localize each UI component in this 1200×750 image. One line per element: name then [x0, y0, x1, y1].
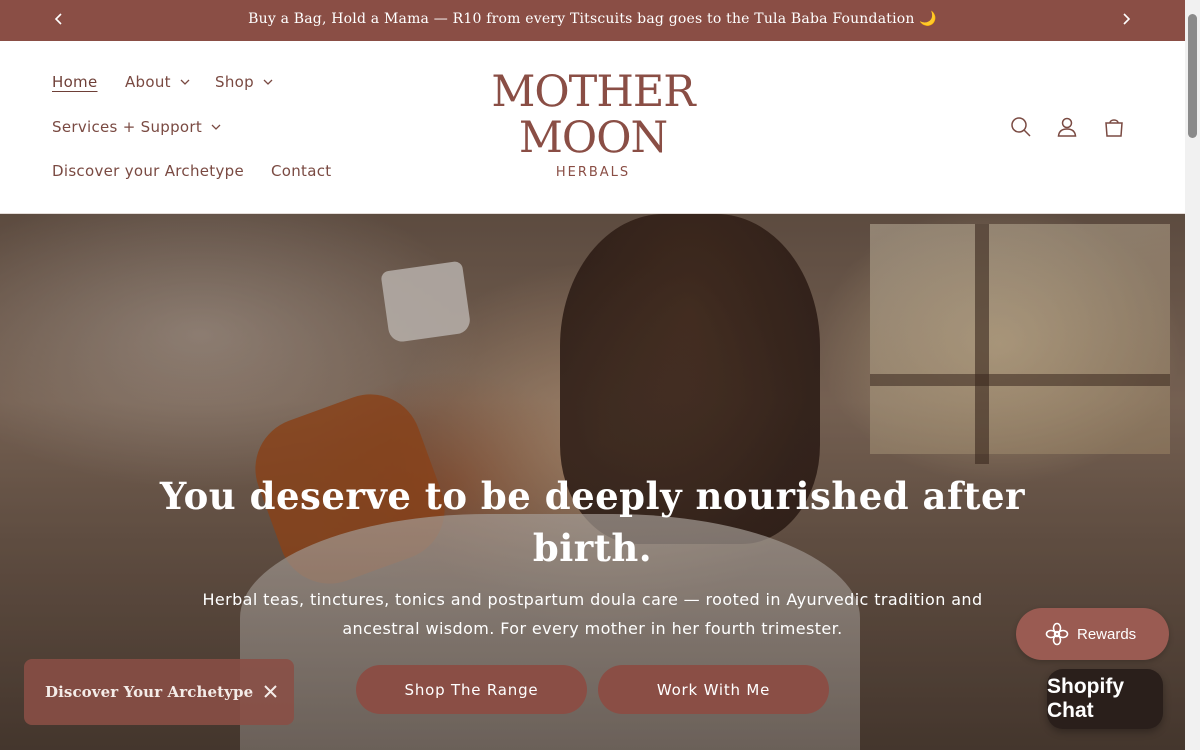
nav-shop-label: Shop	[215, 73, 254, 91]
rewards-launcher[interactable]: Rewards	[1016, 608, 1169, 660]
site-header: Home About Shop Services + Support Disco…	[0, 41, 1185, 214]
announcement-next-button[interactable]	[1117, 10, 1135, 28]
cart-icon	[1105, 119, 1123, 137]
announcement-text: Buy a Bag, Hold a Mama — R10 from every …	[248, 11, 937, 27]
announcement-bar: Buy a Bag, Hold a Mama — R10 from every …	[0, 0, 1185, 41]
logo-line-1: MOTHER	[491, 67, 695, 117]
work-with-me-button[interactable]: Work With Me	[598, 665, 829, 714]
nav-about[interactable]: About	[125, 73, 190, 91]
chevron-down-icon	[211, 124, 221, 130]
scrollbar-thumb[interactable]	[1188, 14, 1197, 138]
close-icon	[263, 684, 277, 698]
archetype-popup-label: Discover Your Archetype	[45, 683, 254, 701]
nav-services-label: Services + Support	[52, 118, 203, 136]
chevron-down-icon	[263, 79, 273, 85]
nav-about-label: About	[125, 73, 171, 91]
nav-services[interactable]: Services + Support	[52, 118, 221, 136]
nav-discover-archetype[interactable]: Discover your Archetype	[52, 162, 244, 180]
search-icon	[1011, 117, 1031, 137]
account-button[interactable]	[1054, 114, 1080, 140]
brand-logo[interactable]: MOTHER MOON HERBALS	[482, 69, 704, 185]
archetype-close-button[interactable]	[262, 683, 278, 699]
rewards-label: Rewards	[1077, 625, 1137, 643]
chevron-right-icon	[1123, 13, 1131, 25]
chat-label: Shopify Chat	[1047, 675, 1124, 722]
hero-subtitle: Herbal teas, tinctures, tonics and postp…	[202, 590, 983, 638]
shop-the-range-button[interactable]: Shop The Range	[356, 665, 587, 714]
nav-home[interactable]: Home	[52, 73, 98, 91]
nav-contact[interactable]: Contact	[271, 162, 331, 180]
logo-line-2: MOON	[518, 113, 668, 163]
shopify-chat-button[interactable]: Shopify Chat	[1047, 669, 1163, 729]
chevron-down-icon	[180, 79, 190, 85]
hero-title: You deserve to be deeply nourished after…	[159, 474, 1026, 570]
flower-icon	[1044, 621, 1070, 647]
nav-shop[interactable]: Shop	[215, 73, 273, 91]
cart-button[interactable]	[1101, 114, 1127, 140]
logo-line-3: HERBALS	[555, 165, 631, 180]
search-button[interactable]	[1008, 114, 1034, 140]
archetype-popup[interactable]: Discover Your Archetype	[24, 659, 294, 725]
account-icon	[1057, 117, 1077, 137]
page-scrollbar[interactable]	[1185, 0, 1200, 750]
